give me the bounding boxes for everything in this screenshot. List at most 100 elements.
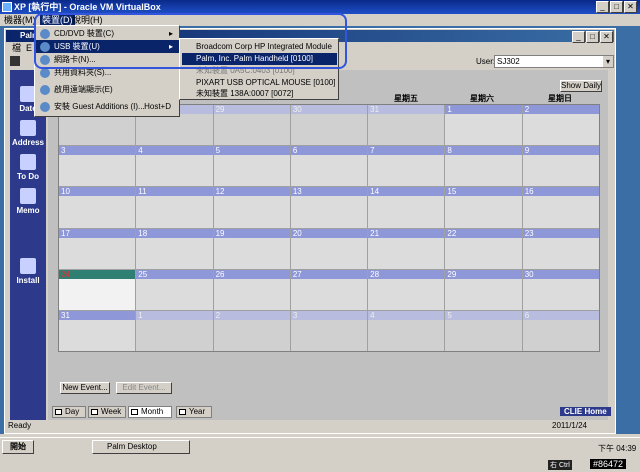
calendar-day-cell[interactable]: 22 (445, 228, 522, 269)
calendar-day-cell[interactable]: 7 (368, 146, 445, 187)
calendar-day-cell[interactable]: 6 (290, 146, 368, 187)
calendar-day-cell[interactable]: 29 (213, 105, 290, 146)
palm-menu-file[interactable]: 檔 (12, 42, 21, 54)
calendar-day-number: 3 (59, 146, 136, 156)
close-icon[interactable]: ✕ (624, 1, 637, 13)
tab-year[interactable]: Year (176, 406, 212, 418)
calendar-day-cell[interactable]: 27 (290, 269, 368, 310)
user-value: SJ302 (497, 57, 520, 66)
calendar-day-cell[interactable]: 21 (368, 228, 445, 269)
minimize-icon[interactable]: _ (596, 1, 609, 13)
clie-home-link[interactable]: CLIE Home (560, 407, 611, 416)
calendar-day-cell[interactable]: 20 (290, 228, 368, 269)
calendar-day-cell[interactable]: 19 (213, 228, 290, 269)
tab-label: Month (141, 407, 164, 416)
calendar-day-number: 5 (213, 146, 290, 156)
menu-item-label: 啟用遠端顯示(E) (54, 85, 113, 94)
calendar-day-number: 5 (445, 310, 522, 320)
calendar-day-cell[interactable]: 5 (445, 310, 522, 351)
usb-device-unknown-2[interactable]: 未知裝置 138A:0007 [0072] (182, 88, 337, 100)
calendar-day-cell[interactable]: 3 (290, 310, 368, 351)
wrench-icon (40, 102, 50, 112)
watermark-tag: #86472 (590, 459, 627, 469)
day-header-sun: 星期日 (548, 94, 572, 103)
virtualbox-icon (2, 2, 12, 12)
menu-item-remote-display[interactable]: 啟用遠端顯示(E) (36, 83, 179, 96)
menu-item-label: 安裝 Guest Additions (I)... (54, 102, 145, 111)
calendar-day-cell[interactable]: 2 (522, 105, 599, 146)
calendar-day-number: 29 (213, 105, 290, 114)
calendar-day-number: 4 (368, 310, 445, 320)
calendar-day-cell[interactable]: 1 (136, 310, 213, 351)
sidebar-item-install[interactable]: Install (10, 258, 46, 285)
calendar-day-cell[interactable]: 8 (445, 146, 522, 187)
new-event-button[interactable]: New Event... (60, 382, 110, 394)
month-grid: 2728293031123456789101112131415161718192… (58, 104, 600, 352)
calendar-day-cell[interactable]: 6 (522, 310, 599, 351)
menu-machine[interactable]: 機器(M) (4, 14, 36, 26)
calendar-day-cell[interactable]: 18 (136, 228, 213, 269)
calendar-day-number: 10 (59, 187, 136, 197)
calendar-day-cell[interactable]: 25 (136, 269, 213, 310)
calendar-day-cell[interactable]: 9 (522, 146, 599, 187)
calendar-day-number: 31 (368, 105, 445, 114)
edit-event-button[interactable]: Edit Event... (116, 382, 172, 394)
calendar-day-number: 1 (136, 310, 213, 320)
sidebar-label: Install (16, 276, 40, 285)
calendar-day-cell[interactable]: 1 (445, 105, 522, 146)
save-icon[interactable] (10, 56, 20, 66)
sidebar-label: Address (11, 138, 44, 147)
tab-month[interactable]: Month (128, 406, 172, 418)
calendar-day-cell[interactable]: 2 (213, 310, 290, 351)
calendar-day-number: 14 (368, 187, 445, 197)
calendar-day-cell[interactable]: 4 (136, 146, 213, 187)
calendar-day-number: 20 (290, 228, 368, 238)
calendar-day-cell[interactable]: 26 (213, 269, 290, 310)
highlight-annotation (34, 13, 347, 69)
calendar-day-cell[interactable]: 5 (213, 146, 290, 187)
menu-shortcut: Host+D (144, 102, 171, 111)
day-header-sat: 星期六 (470, 94, 494, 103)
calendar-day-number: 4 (136, 146, 213, 156)
sidebar-item-address[interactable]: Address (10, 120, 46, 147)
taskbar-item-palm[interactable]: Palm Desktop (92, 440, 190, 454)
calendar-day-cell[interactable]: 23 (522, 228, 599, 269)
maximize-icon[interactable]: □ (610, 1, 623, 13)
month-icon (131, 409, 138, 415)
calendar-day-cell[interactable]: 31 (368, 105, 445, 146)
calendar-day-number: 9 (522, 146, 599, 156)
calendar-day-cell[interactable]: 11 (136, 187, 213, 228)
calendar-day-cell[interactable]: 31 (59, 310, 136, 351)
calendar-day-cell[interactable]: 28 (368, 269, 445, 310)
calendar-day-cell[interactable]: 15 (445, 187, 522, 228)
tab-week[interactable]: Week (88, 406, 126, 418)
calendar-day-cell[interactable]: 30 (290, 105, 368, 146)
calendar-day-number: 24 (59, 269, 136, 279)
calendar-day-cell[interactable]: 17 (59, 228, 136, 269)
user-select[interactable]: SJ302 ▾ (494, 55, 614, 68)
sidebar-item-memo[interactable]: Memo (10, 188, 46, 215)
palm-menu-edit[interactable]: E (26, 42, 32, 54)
calendar-day-cell[interactable]: 14 (368, 187, 445, 228)
vbox-title-bar: XP [執行中] - Oracle VM VirtualBox (0, 0, 640, 14)
menu-item-guest-additions[interactable]: 安裝 Guest Additions (I)... Host+D (36, 100, 179, 113)
calendar-day-cell[interactable]: 13 (290, 187, 368, 228)
chevron-down-icon[interactable]: ▾ (603, 56, 613, 67)
start-button[interactable]: 開始 (2, 440, 34, 454)
calendar-day-cell[interactable]: 24 (59, 269, 136, 310)
calendar-day-number: 15 (445, 187, 522, 197)
calendar-day-number: 16 (522, 187, 599, 197)
calendar-day-cell[interactable]: 3 (59, 146, 136, 187)
show-daily-button[interactable]: Show Daily (560, 80, 602, 92)
day-icon (55, 409, 62, 415)
status-date: 2011/1/24 (552, 421, 587, 430)
calendar-day-cell[interactable]: 29 (445, 269, 522, 310)
tab-day[interactable]: Day (52, 406, 86, 418)
calendar-day-cell[interactable]: 16 (522, 187, 599, 228)
calendar-day-number: 25 (136, 269, 213, 279)
calendar-day-cell[interactable]: 12 (213, 187, 290, 228)
calendar-day-cell[interactable]: 10 (59, 187, 136, 228)
sidebar-item-todo[interactable]: To Do (10, 154, 46, 181)
calendar-day-cell[interactable]: 4 (368, 310, 445, 351)
calendar-day-cell[interactable]: 30 (522, 269, 599, 310)
